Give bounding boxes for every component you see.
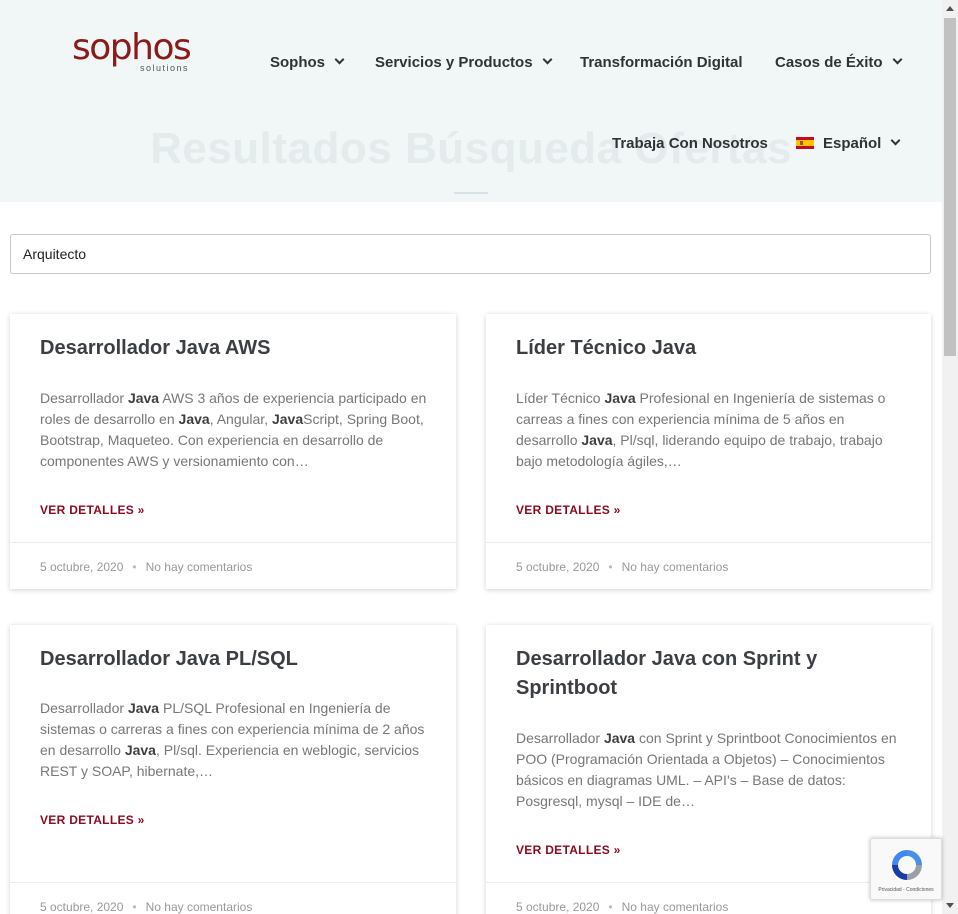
view-details-link[interactable]: VER DETALLES » <box>40 813 145 827</box>
nav-item-casos[interactable]: Casos de Éxito <box>775 51 902 73</box>
scrollbar-thumb[interactable] <box>944 18 956 356</box>
nav-item-trabaja[interactable]: Trabaja Con Nosotros <box>612 132 768 154</box>
card-meta: 5 octubre, 2020 • No hay comentarios <box>486 542 931 589</box>
nav-label: Español <box>823 134 882 152</box>
spain-flag-icon <box>796 137 814 149</box>
comments-count[interactable]: No hay comentarios <box>622 560 729 574</box>
card-meta: 5 octubre, 2020 • No hay comentarios <box>486 882 931 914</box>
card-meta: 5 octubre, 2020 • No hay comentarios <box>10 882 456 914</box>
card-meta: 5 octubre, 2020 • No hay comentarios <box>10 542 456 589</box>
post-date: 5 octubre, 2020 <box>516 559 600 574</box>
post-date: 5 octubre, 2020 <box>516 899 600 914</box>
job-title[interactable]: Desarrollador Java AWS <box>40 334 430 363</box>
view-details-link[interactable]: VER DETALLES » <box>516 843 621 857</box>
job-excerpt: Líder Técnico Java Profesional en Ingeni… <box>516 390 886 469</box>
logo-wordmark: sophos <box>72 27 192 68</box>
nav-label: Trabaja Con Nosotros <box>612 134 768 152</box>
job-excerpt: Desarrollador Java PL/SQL Profesional en… <box>40 700 425 779</box>
title-underline <box>454 192 488 194</box>
job-title[interactable]: Desarrollador Java PL/SQL <box>40 645 430 674</box>
nav-label: Sophos <box>270 53 325 71</box>
job-card: Desarrollador Java PL/SQL Desarrollador … <box>10 625 456 914</box>
job-title[interactable]: Líder Técnico Java <box>516 334 905 363</box>
page-scrollbar[interactable] <box>942 0 958 914</box>
post-date: 5 octubre, 2020 <box>40 899 124 914</box>
meta-separator: • <box>132 899 137 914</box>
scroll-up-arrow-icon[interactable] <box>946 6 954 11</box>
job-excerpt: Desarrollador Java con Sprint y Sprintbo… <box>516 730 897 809</box>
job-title[interactable]: Desarrollador Java con Sprint y Sprintbo… <box>516 645 905 703</box>
comments-count[interactable]: No hay comentarios <box>622 900 729 914</box>
job-card: Desarrollador Java AWS Desarrollador Jav… <box>10 314 456 589</box>
sophos-logo[interactable]: sophos solutions <box>72 30 194 74</box>
logo-tagline: solutions <box>140 63 190 73</box>
view-details-link[interactable]: VER DETALLES » <box>40 503 145 517</box>
meta-separator: • <box>132 559 137 574</box>
post-date: 5 octubre, 2020 <box>40 559 124 574</box>
search-input[interactable] <box>10 234 931 274</box>
nav-item-servicios[interactable]: Servicios y Productos <box>375 51 553 73</box>
nav-label: Servicios y Productos <box>375 53 533 71</box>
nav-label: Casos de Éxito <box>775 53 883 71</box>
job-card: Líder Técnico Java Líder Técnico Java Pr… <box>486 314 931 589</box>
chevron-down-icon <box>542 54 553 65</box>
nav-label: Transformación Digital <box>580 53 743 71</box>
meta-separator: • <box>608 899 613 914</box>
language-selector[interactable]: Español <box>796 132 901 154</box>
job-excerpt: Desarrollador Java AWS 3 años de experie… <box>40 390 427 469</box>
comments-count[interactable]: No hay comentarios <box>146 560 253 574</box>
nav-item-transformacion[interactable]: Transformación Digital <box>580 51 743 73</box>
meta-separator: • <box>608 559 613 574</box>
chevron-down-icon <box>890 135 901 146</box>
chevron-down-icon <box>892 54 902 65</box>
view-details-link[interactable]: VER DETALLES » <box>516 503 621 517</box>
comments-count[interactable]: No hay comentarios <box>146 900 253 914</box>
scroll-down-arrow-icon[interactable] <box>946 903 954 908</box>
recaptcha-terms: Privacidad - Condiciones <box>878 887 934 893</box>
recaptcha-icon <box>892 850 922 880</box>
job-card: Desarrollador Java con Sprint y Sprintbo… <box>486 625 931 914</box>
nav-item-sophos[interactable]: Sophos <box>270 51 345 73</box>
recaptcha-badge[interactable]: Privacidad - Condiciones <box>870 838 942 900</box>
chevron-down-icon <box>334 54 345 65</box>
